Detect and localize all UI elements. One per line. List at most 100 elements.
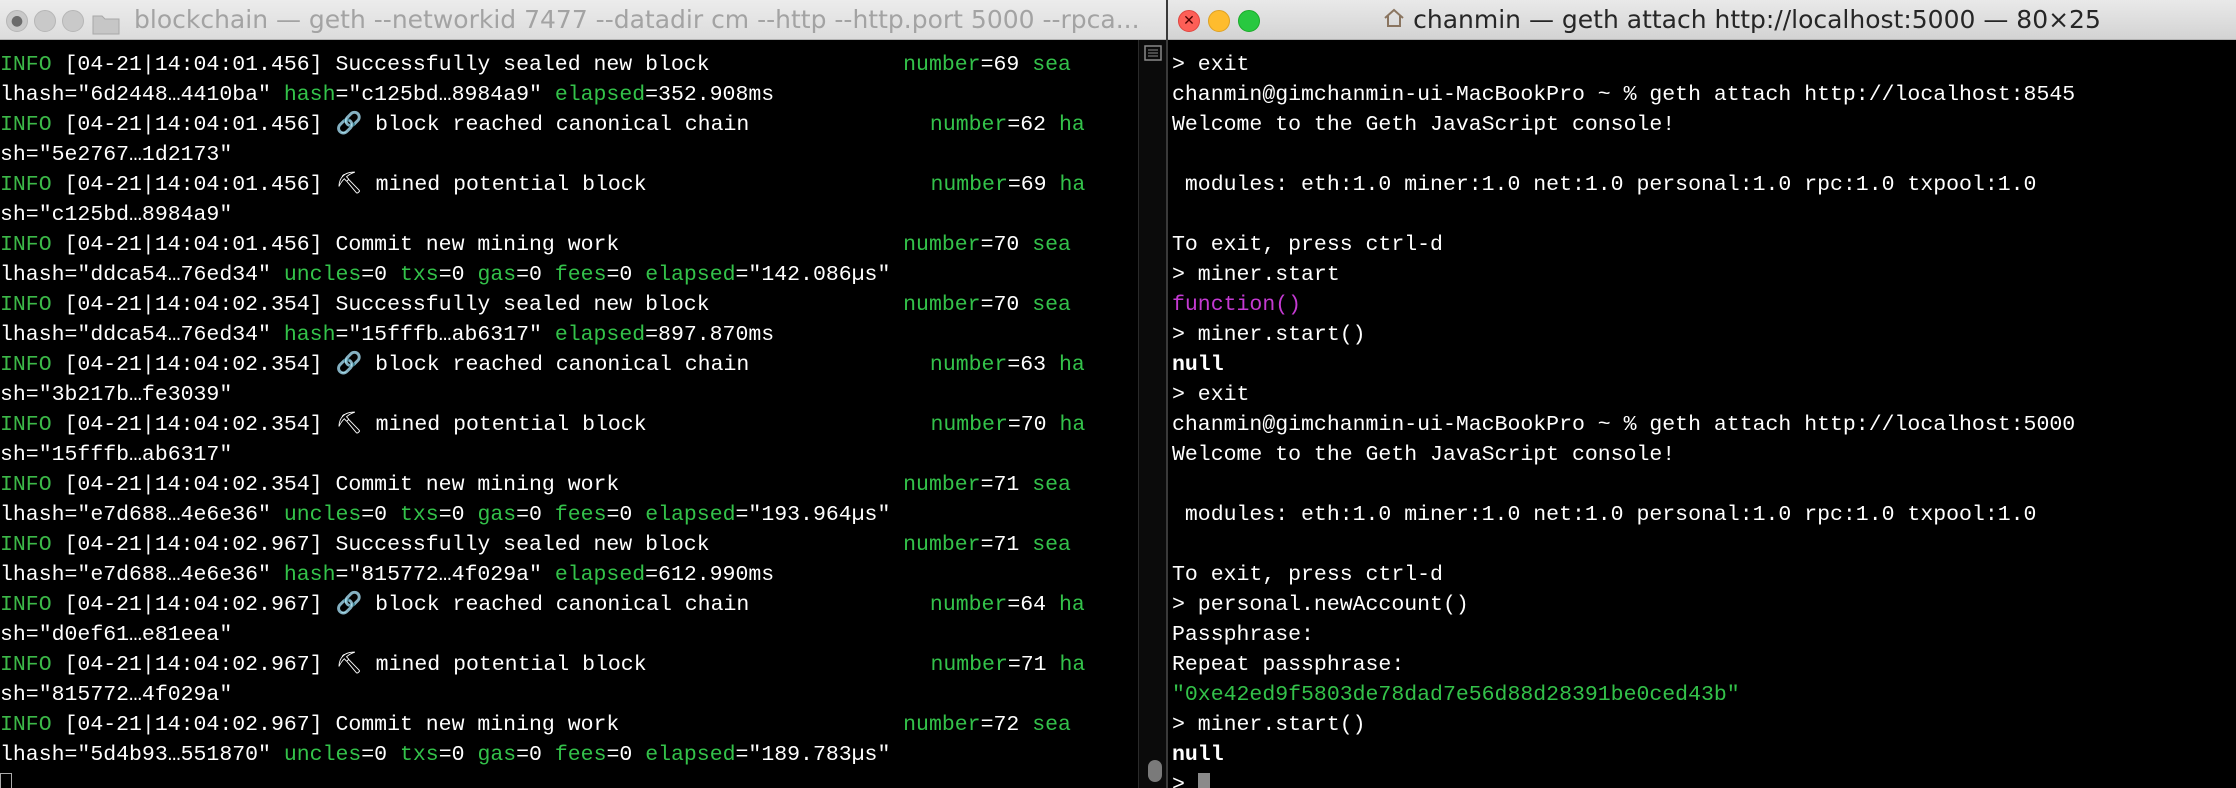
terminal-text: elapsed xyxy=(645,263,736,287)
terminal-text: INFO xyxy=(0,173,52,197)
terminal-text: =71 xyxy=(1007,653,1060,677)
terminal-text: fees xyxy=(554,263,607,287)
terminal-text: "0xe42ed9f5803de78dad7e56d88d28391be0ced… xyxy=(1172,683,1740,707)
window-title: blockchain — geth --networkid 7477 --dat… xyxy=(134,5,1140,34)
terminal-text: =612.990ms xyxy=(645,563,775,587)
terminal-line: To exit, press ctrl-d xyxy=(1172,560,2236,590)
terminal-line: chanmin@gimchanmin-ui-MacBookPro ~ % get… xyxy=(1172,80,2236,110)
terminal-text: number xyxy=(930,653,1008,677)
folder-icon xyxy=(92,8,120,39)
scrollbar-thumb[interactable] xyxy=(1148,760,1162,782)
terminal-text: sea xyxy=(1032,473,1071,497)
terminal-line: null xyxy=(1172,740,2236,770)
terminal-text: =0 xyxy=(516,503,555,527)
terminal-text: txs xyxy=(400,503,439,527)
terminal-line: > exit xyxy=(1172,50,2236,80)
terminal-text: =897.870ms xyxy=(645,323,775,347)
terminal-text: lhash="ddca54…76ed34" xyxy=(0,263,284,287)
terminal-line: INFO [04-21|14:04:01.456] Commit new min… xyxy=(0,230,1126,260)
terminal-text: =71 xyxy=(980,473,1033,497)
terminal-text: =0 xyxy=(361,503,400,527)
terminal-text: [04-21|14:04:01.456] Successfully sealed… xyxy=(51,53,904,77)
terminal-line: INFO [04-21|14:04:02.354] Commit new min… xyxy=(0,470,1126,500)
terminal-text: =0 xyxy=(606,263,646,287)
terminal-text: [04-21|14:04:02.354] 🔗 block reached can… xyxy=(51,353,930,377)
terminal-text: uncles xyxy=(283,263,362,287)
terminal-text: number xyxy=(930,173,1008,197)
terminal-line: modules: eth:1.0 miner:1.0 net:1.0 perso… xyxy=(1172,500,2236,530)
terminal-line: sh="d0ef61…e81eea" xyxy=(0,620,1126,650)
terminal-text: =0 xyxy=(606,503,646,527)
terminal-text: [04-21|14:04:02.967] ⛏ mined potential b… xyxy=(51,653,931,677)
terminal-text: sh="3b217b…fe3039" xyxy=(0,383,233,407)
zoom-button[interactable] xyxy=(62,10,84,32)
terminal-text: ="142.086µs" xyxy=(735,263,891,287)
terminal-text: ha xyxy=(1059,413,1086,437)
terminal-text: =352.908ms xyxy=(645,83,775,107)
terminal-text: number xyxy=(903,533,981,557)
terminal-text: sh="15fffb…ab6317" xyxy=(0,443,233,467)
terminal-text: INFO xyxy=(0,293,52,317)
terminal-text: ="c125bd…8984a9" xyxy=(335,83,555,107)
terminal-text: [04-21|14:04:01.456] Commit new mining w… xyxy=(51,233,904,257)
terminal-line: INFO [04-21|14:04:02.354] ⛏ mined potent… xyxy=(0,410,1126,440)
terminal-text: =70 xyxy=(980,293,1033,317)
terminal-text: =71 xyxy=(980,533,1033,557)
terminal-text: modules: eth:1.0 miner:1.0 net:1.0 perso… xyxy=(1172,173,2037,197)
terminal-text: [04-21|14:04:02.967] Commit new mining w… xyxy=(51,713,904,737)
terminal-line xyxy=(0,770,1126,788)
terminal-text: =63 xyxy=(1007,353,1059,377)
terminal-text: txs xyxy=(400,263,439,287)
terminal-text: ha xyxy=(1059,173,1086,197)
left-terminal-window[interactable]: ● blockchain — geth --networkid 7477 --d… xyxy=(0,0,1166,788)
close-button[interactable]: ● xyxy=(6,10,28,32)
terminal-text: sea xyxy=(1032,713,1071,737)
scrollbar[interactable] xyxy=(1138,40,1166,788)
left-title-bar[interactable]: ● blockchain — geth --networkid 7477 --d… xyxy=(0,0,1166,40)
terminal-text: =72 xyxy=(980,713,1033,737)
terminal-text: =0 xyxy=(516,263,555,287)
terminal-line: INFO [04-21|14:04:01.456] Successfully s… xyxy=(0,50,1126,80)
scroll-icon[interactable] xyxy=(1143,44,1163,62)
right-title-bar[interactable]: ✕ chanmin — geth attach http://localhost… xyxy=(1168,0,2236,40)
terminal-line: chanmin@gimchanmin-ui-MacBookPro ~ % get… xyxy=(1172,410,2236,440)
terminal-text: [04-21|14:04:02.354] Commit new mining w… xyxy=(51,473,904,497)
terminal-line: To exit, press ctrl-d xyxy=(1172,230,2236,260)
terminal-line: function() xyxy=(1172,290,2236,320)
terminal-text: [04-21|14:04:02.967] Successfully sealed… xyxy=(51,533,904,557)
terminal-text: txs xyxy=(400,743,439,767)
terminal-line: null xyxy=(1172,350,2236,380)
left-terminal-output[interactable]: INFO [04-21|14:04:01.456] Successfully s… xyxy=(0,50,1126,788)
terminal-text: sh="c125bd…8984a9" xyxy=(0,203,233,227)
terminal-text: =0 xyxy=(516,743,555,767)
terminal-line: modules: eth:1.0 miner:1.0 net:1.0 perso… xyxy=(1172,170,2236,200)
terminal-line: "0xe42ed9f5803de78dad7e56d88d28391be0ced… xyxy=(1172,680,2236,710)
terminal-text: sh="815772…4f029a" xyxy=(0,683,233,707)
terminal-text: =70 xyxy=(1007,413,1060,437)
terminal-text: hash xyxy=(283,563,336,587)
terminal-text: ="189.783µs" xyxy=(735,743,891,767)
terminal-line: Passphrase: xyxy=(1172,620,2236,650)
terminal-text: > miner.start() xyxy=(1172,713,1366,737)
terminal-text: > exit xyxy=(1172,53,1250,77)
right-terminal-output[interactable]: > exit chanmin@gimchanmin-ui-MacBookPro ~… xyxy=(1172,50,2236,788)
terminal-text: Repeat passphrase: xyxy=(1172,653,1405,677)
terminal-text: lhash="6d2448…4410ba" xyxy=(0,83,284,107)
terminal-text: number xyxy=(930,413,1008,437)
terminal-text: fees xyxy=(554,503,607,527)
minimize-button[interactable] xyxy=(34,10,56,32)
close-icon: ● xyxy=(10,13,24,29)
window-title: chanmin — geth attach http://localhost:5… xyxy=(1413,5,2101,34)
terminal-line: lhash="ddca54…76ed34" hash="15fffb…ab631… xyxy=(0,320,1126,350)
right-terminal-window[interactable]: ✕ chanmin — geth attach http://localhost… xyxy=(1166,0,2236,788)
window-title-wrap: chanmin — geth attach http://localhost:5… xyxy=(1168,0,2236,39)
terminal-text: ha xyxy=(1059,653,1086,677)
terminal-text: sea xyxy=(1032,293,1071,317)
terminal-text: fees xyxy=(554,743,607,767)
terminal-text: elapsed xyxy=(554,323,646,347)
terminal-line: sh="c125bd…8984a9" xyxy=(0,200,1126,230)
terminal-text: gas xyxy=(477,503,517,527)
terminal-line: INFO [04-21|14:04:02.967] Commit new min… xyxy=(0,710,1126,740)
